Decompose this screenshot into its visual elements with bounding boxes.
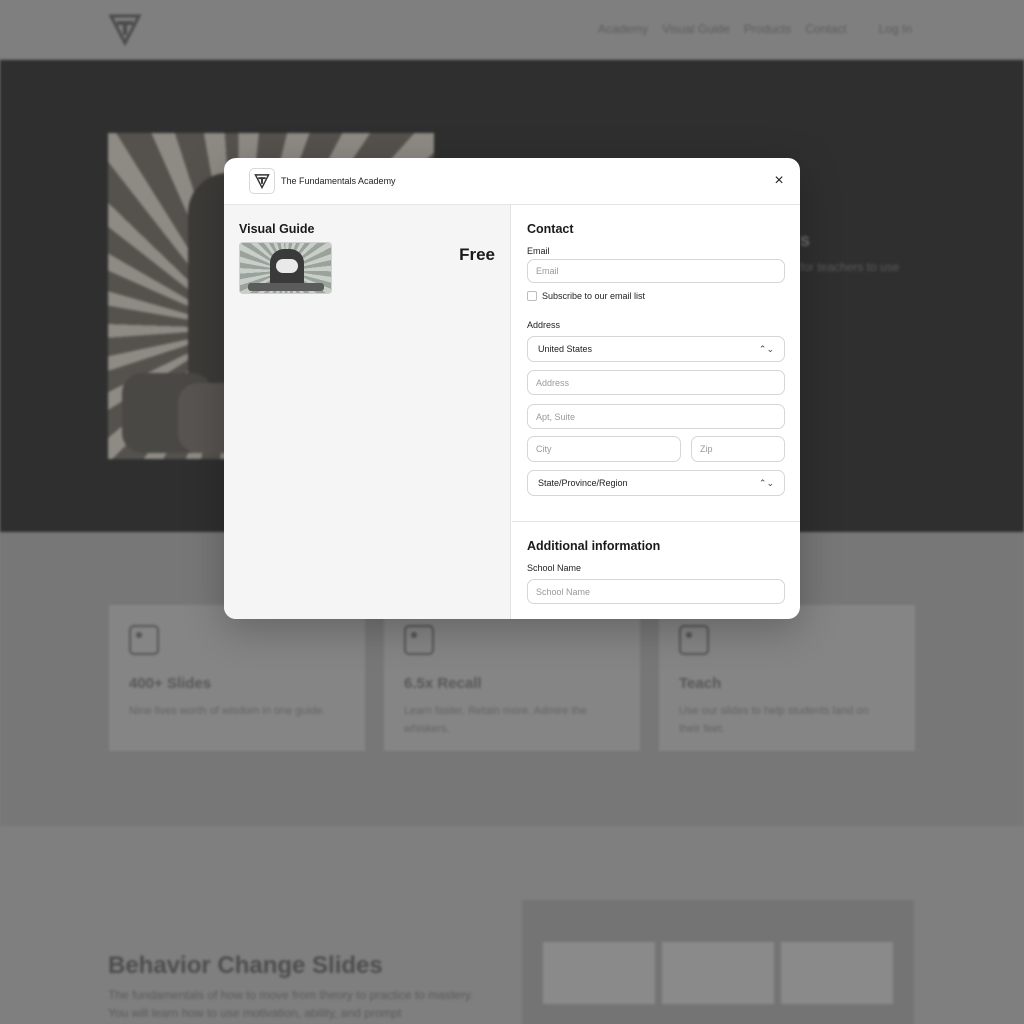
nav-link-contact[interactable]: Contact bbox=[805, 22, 846, 36]
subscribe-row: Subscribe to our email list bbox=[527, 291, 645, 301]
country-value: United States bbox=[538, 344, 593, 354]
email-label: Email bbox=[527, 246, 550, 256]
subscribe-checkbox[interactable] bbox=[527, 291, 537, 301]
nav-link-academy[interactable]: Academy bbox=[598, 22, 648, 36]
product-price: Free bbox=[459, 245, 495, 264]
slides-preview-panel bbox=[522, 900, 914, 1024]
nav-link-visual-guide[interactable]: Visual Guide bbox=[662, 22, 730, 36]
address-field[interactable] bbox=[527, 370, 785, 395]
product-title: Visual Guide bbox=[239, 222, 315, 236]
school-name-field[interactable] bbox=[527, 579, 785, 604]
section-divider bbox=[512, 521, 800, 522]
chevron-updown-icon: ⌃⌄ bbox=[758, 344, 774, 354]
subscribe-label: Subscribe to our email list bbox=[542, 291, 646, 301]
feature-text: Nine lives worth of wisdom in one guide. bbox=[129, 705, 326, 717]
additional-info-heading: Additional information bbox=[527, 539, 661, 553]
state-value: State/Province/Region bbox=[538, 478, 628, 488]
apt-suite-field[interactable] bbox=[527, 404, 785, 429]
nav-links: Academy Visual Guide Products Contact Lo… bbox=[598, 22, 912, 36]
academy-logo-icon bbox=[254, 174, 270, 189]
feature-card: 400+ Slides Nine lives worth of wisdom i… bbox=[109, 605, 365, 751]
school-name-label: School Name bbox=[527, 563, 582, 573]
checkout-modal: The Fundamentals Academy × Visual Guide … bbox=[224, 158, 800, 619]
product-image bbox=[239, 242, 332, 294]
image-icon bbox=[404, 625, 434, 655]
city-field[interactable] bbox=[527, 436, 681, 462]
hero-title: s bbox=[800, 230, 811, 250]
country-select[interactable]: United States ⌃⌄ bbox=[527, 336, 785, 362]
top-nav: Academy Visual Guide Products Contact Lo… bbox=[0, 0, 1024, 60]
academy-logo-icon bbox=[108, 14, 142, 46]
brand-name: The Fundamentals Academy bbox=[281, 176, 396, 186]
checkout-form: Contact Email Subscribe to our email lis… bbox=[512, 205, 800, 619]
state-select[interactable]: State/Province/Region ⌃⌄ bbox=[527, 470, 785, 496]
nav-link-products[interactable]: Products bbox=[744, 22, 791, 36]
feature-title: Teach bbox=[679, 675, 722, 692]
zip-field[interactable] bbox=[691, 436, 785, 462]
feature-text: Use our slides to help students land on … bbox=[679, 705, 869, 735]
contact-heading: Contact bbox=[527, 222, 574, 236]
slides-section: Behavior Change Slides The fundamentals … bbox=[0, 826, 1024, 1024]
modal-header: The Fundamentals Academy × bbox=[224, 158, 800, 205]
close-icon[interactable]: × bbox=[770, 172, 788, 190]
feature-title: 400+ Slides bbox=[129, 675, 212, 692]
image-icon bbox=[129, 625, 159, 655]
hero-text: for teachers to use bbox=[800, 260, 900, 274]
feature-card: 6.5x Recall Learn faster. Retain more. A… bbox=[384, 605, 640, 751]
address-label: Address bbox=[527, 320, 561, 330]
email-field[interactable] bbox=[527, 259, 785, 283]
order-summary: Visual Guide Free bbox=[224, 205, 511, 619]
slide-thumbnail bbox=[781, 942, 893, 1004]
chevron-updown-icon: ⌃⌄ bbox=[758, 478, 774, 488]
feature-title: 6.5x Recall bbox=[404, 675, 482, 692]
slides-title: Behavior Change Slides bbox=[108, 952, 383, 979]
modal-body: Visual Guide Free Contact Email Subscrib… bbox=[224, 205, 800, 619]
slide-thumbnail bbox=[662, 942, 774, 1004]
brand-logo bbox=[249, 168, 275, 194]
feature-card: Teach Use our slides to help students la… bbox=[659, 605, 915, 751]
image-icon bbox=[679, 625, 709, 655]
slide-thumbnail bbox=[543, 942, 655, 1004]
slides-text: The fundamentals of how to move from the… bbox=[108, 988, 474, 1020]
feature-text: Learn faster. Retain more. Admire the wh… bbox=[404, 705, 587, 735]
login-link[interactable]: Log In bbox=[879, 22, 912, 36]
